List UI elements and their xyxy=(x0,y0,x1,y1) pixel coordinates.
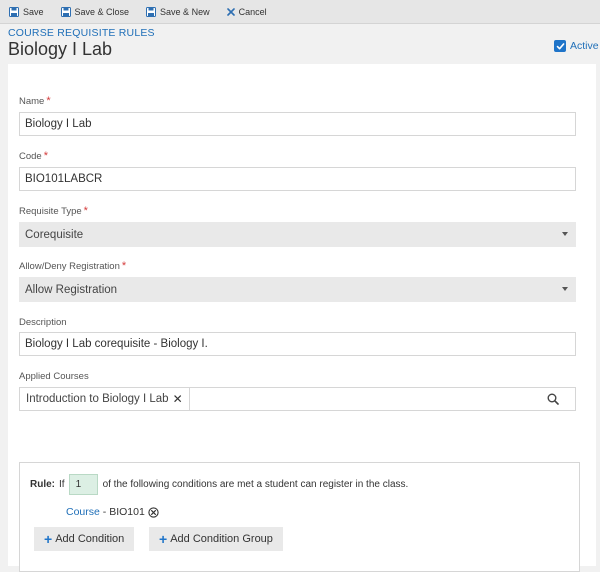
cancel-button[interactable]: Cancel xyxy=(226,6,267,17)
cancel-label: Cancel xyxy=(238,6,267,17)
code-label: Code * xyxy=(19,150,48,162)
save-label: Save xyxy=(23,6,44,17)
applied-courses-label-text: Applied Courses xyxy=(19,371,89,382)
description-input[interactable]: Biology I Lab corequisite - Biology I. xyxy=(19,332,576,356)
required-mark: * xyxy=(121,260,127,272)
allow-deny-value: Allow Registration xyxy=(25,283,118,296)
allow-deny-select[interactable]: Allow Registration xyxy=(19,277,576,302)
required-mark: * xyxy=(83,205,88,217)
checkbox-check-icon xyxy=(556,42,564,49)
code-input[interactable]: BIO101LABCR xyxy=(19,167,576,191)
course-tag-label: Introduction to Biology I Lab xyxy=(26,393,169,405)
rule-sentence: Rule: If 1 of the following conditions a… xyxy=(30,474,408,495)
save-new-label: Save & New xyxy=(160,6,210,17)
applied-courses-label: Applied Courses xyxy=(19,371,89,382)
page-title: Biology I Lab xyxy=(8,39,113,59)
applied-courses-input[interactable]: Introduction to Biology I Lab ✕ xyxy=(19,387,576,411)
cancel-icon xyxy=(226,7,235,16)
rule-suffix-text: of the following conditions are met a st… xyxy=(102,479,409,490)
page-header: COURSE REQUISITE RULES Biology I Lab Act… xyxy=(0,24,600,64)
condition-value: BIO101 xyxy=(109,506,145,518)
name-label-text: Name xyxy=(19,96,45,107)
circle-x-icon[interactable] xyxy=(148,506,159,518)
add-condition-label: Add Condition xyxy=(55,533,125,545)
requisite-type-label-text: Requisite Type xyxy=(19,206,82,217)
save-close-icon xyxy=(60,6,71,17)
required-mark: * xyxy=(43,150,48,162)
save-new-button[interactable]: Save & New xyxy=(146,6,210,17)
add-condition-group-label: Add Condition Group xyxy=(170,533,273,545)
required-mark: * xyxy=(46,95,51,107)
description-label: Description xyxy=(19,317,67,328)
add-condition-group-button[interactable]: + Add Condition Group xyxy=(149,527,283,551)
close-icon[interactable]: ✕ xyxy=(173,392,183,406)
save-icon xyxy=(9,6,19,17)
name-label: Name * xyxy=(19,95,51,107)
rule-label: Rule: xyxy=(30,479,55,490)
chevron-down-icon xyxy=(562,287,568,291)
requisite-type-label: Requisite Type * xyxy=(19,205,88,217)
breadcrumb[interactable]: COURSE REQUISITE RULES xyxy=(8,27,155,39)
toolbar: Save Save & Close Save & New Cancel xyxy=(0,0,600,24)
add-condition-button[interactable]: + Add Condition xyxy=(34,527,135,551)
active-label: Active xyxy=(570,40,599,52)
active-toggle[interactable]: Active xyxy=(554,40,599,52)
course-tag: Introduction to Biology I Lab ✕ xyxy=(20,388,190,410)
code-label-text: Code xyxy=(19,151,42,162)
save-close-button[interactable]: Save & Close xyxy=(60,6,130,17)
active-checkbox[interactable] xyxy=(554,40,566,52)
allow-deny-label-text: Allow/Deny Registration xyxy=(19,261,120,272)
condition-type-link[interactable]: Course xyxy=(66,506,100,518)
form-card: Name * Biology I Lab Code * BIO101LABCR Re… xyxy=(8,64,596,572)
save-close-label: Save & Close xyxy=(74,6,130,17)
chevron-down-icon xyxy=(562,232,568,236)
plus-icon: + xyxy=(159,531,168,547)
condition-separator: - xyxy=(99,506,110,518)
condition-count-input[interactable]: 1 xyxy=(68,474,98,495)
save-button[interactable]: Save xyxy=(9,6,44,17)
save-new-icon xyxy=(146,6,157,17)
requisite-type-select[interactable]: Corequisite xyxy=(19,222,576,247)
allow-deny-label: Allow/Deny Registration * xyxy=(19,260,126,272)
name-input[interactable]: Biology I Lab xyxy=(19,112,576,136)
rule-if-text: If xyxy=(59,479,65,490)
search-icon[interactable] xyxy=(547,393,559,405)
condition-item: Course - BIO101 xyxy=(66,506,159,518)
description-label-text: Description xyxy=(19,317,67,328)
requisite-type-value: Corequisite xyxy=(25,228,84,241)
plus-icon: + xyxy=(44,531,53,547)
rule-panel: Rule: If 1 of the following conditions a… xyxy=(19,462,580,572)
